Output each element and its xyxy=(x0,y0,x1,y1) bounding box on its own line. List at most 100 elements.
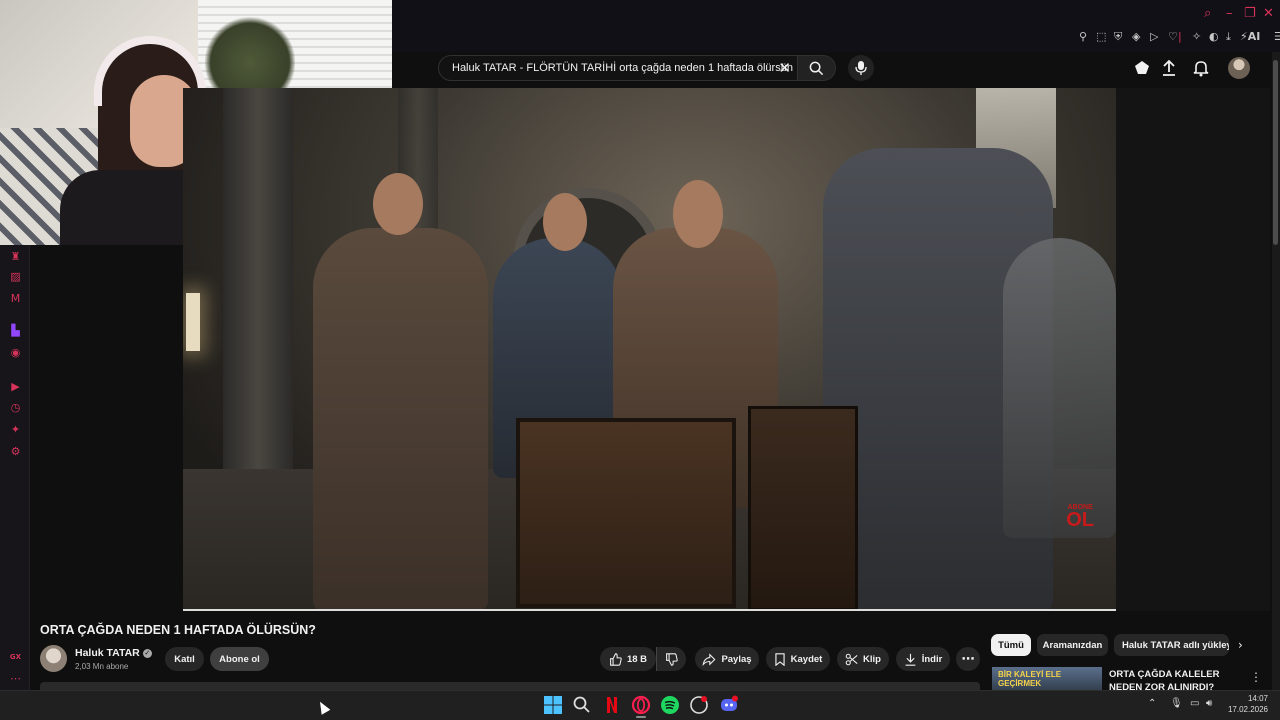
chip-uploader[interactable]: Haluk TATAR adlı yükley xyxy=(1114,634,1229,656)
play-icon[interactable]: ▷ xyxy=(1150,30,1158,43)
like-button[interactable]: 18 B xyxy=(600,647,656,671)
screen: ♜ ▨ M ▙ ◉ ▶ ◷ ✦ ⚙ GX ⋯ ⌕ – ❐ ✕ ⚲ ⬚ ⛨ ◈ ▷… xyxy=(0,0,1280,720)
watermark-main: OL xyxy=(1066,509,1094,531)
download-icon xyxy=(905,653,916,666)
search-button[interactable] xyxy=(798,55,836,81)
clock-time: 14:07 xyxy=(1247,694,1268,703)
download-button[interactable]: İndir xyxy=(896,647,950,671)
settings-icon[interactable]: ⚙ xyxy=(9,445,22,458)
join-button[interactable]: Katıl xyxy=(165,647,204,671)
heart-icon[interactable]: ♡ xyxy=(1168,30,1178,43)
extensions-icon[interactable]: ✦ xyxy=(9,423,22,436)
history-icon[interactable]: ◷ xyxy=(9,401,22,414)
cube-icon[interactable]: ◈ xyxy=(1132,30,1140,43)
share-button[interactable]: Paylaş xyxy=(695,647,759,671)
profile-icon[interactable]: ◐ xyxy=(1209,30,1219,43)
save-label: Kaydet xyxy=(790,653,823,665)
chip-all[interactable]: Tümü xyxy=(991,634,1031,656)
volume-icon[interactable]: 🔊︎ xyxy=(1206,698,1212,709)
opera-gx-icon[interactable] xyxy=(631,695,651,715)
verified-icon: ✓ xyxy=(142,649,152,658)
video-player[interactable]: ABONE OL xyxy=(183,88,1116,611)
browser-toolbar: ⌕ – ❐ ✕ ⚲ ⬚ ⛨ ◈ ▷ ♡ | ✧ ◐ ⤓ ⚡AI ☰ xyxy=(392,0,1280,52)
subscribe-button[interactable]: Abone ol xyxy=(210,647,269,671)
search-icon[interactable] xyxy=(572,695,592,715)
spotify-icon[interactable] xyxy=(660,695,680,715)
snapshot-icon[interactable]: ⬚ xyxy=(1096,30,1106,43)
microphone-icon[interactable]: 🎙︎ xyxy=(1170,698,1183,709)
channel-name: Haluk TATAR xyxy=(75,647,140,659)
recommendation-title[interactable]: ORTA ÇAĞDA KALELER NEDEN ZOR ALINIRDI? xyxy=(1109,668,1249,690)
chip-label: Haluk TATAR adlı yükley xyxy=(1122,639,1229,651)
subscribe-watermark[interactable]: ABONE OL xyxy=(1066,504,1094,531)
upload-icon[interactable] xyxy=(1159,58,1179,78)
network-icon[interactable]: ▭ xyxy=(1190,698,1199,709)
video-villager xyxy=(1003,238,1116,538)
notifications-icon[interactable] xyxy=(1191,58,1211,78)
chip-label: Tümü xyxy=(998,639,1024,651)
chip-from-search[interactable]: Aramanızdan xyxy=(1037,634,1108,656)
windows-start-icon[interactable] xyxy=(543,695,563,715)
share-icon xyxy=(702,652,716,666)
thumbs-up-icon xyxy=(610,652,622,666)
restore-icon[interactable]: ❐ xyxy=(1244,6,1256,21)
menu-icon[interactable]: ☰ xyxy=(1274,30,1280,43)
scrollbar-thumb[interactable] xyxy=(1273,60,1278,245)
clip-label: Klip xyxy=(863,653,881,665)
clock-date: 17.02.2026 xyxy=(1227,705,1268,714)
record-icon[interactable]: ◉ xyxy=(9,346,22,359)
twitch-icon[interactable]: ▙ xyxy=(9,324,22,337)
channel-name-row[interactable]: Haluk TATAR ✓ xyxy=(75,647,152,659)
more-actions-button[interactable]: ⋯ xyxy=(956,647,980,671)
app-icon[interactable] xyxy=(689,695,709,715)
video-candle xyxy=(186,293,200,351)
close-icon[interactable]: ✕ xyxy=(1263,6,1274,21)
recommendation-thumbnail[interactable]: BİR KALEYİ ELE GEÇİRMEK xyxy=(992,667,1102,690)
video-monk-head xyxy=(673,180,723,248)
download-label: İndir xyxy=(921,653,943,665)
description-box[interactable] xyxy=(40,682,980,690)
chevron-right-icon[interactable]: › xyxy=(1238,638,1243,652)
search-input[interactable]: Haluk TATAR - FLÖRTÜN TARİHİ orta çağda … xyxy=(438,55,798,81)
discord-icon[interactable] xyxy=(719,695,739,715)
subscribe-label: Abone ol xyxy=(219,653,260,665)
puzzle-icon[interactable]: ✧ xyxy=(1192,30,1201,43)
dislike-button[interactable] xyxy=(656,647,686,671)
more-icon: ⋯ xyxy=(961,651,975,667)
taskbar-clock[interactable]: 14:07 17.02.2026 xyxy=(1224,693,1268,715)
ai-button[interactable]: ⚡AI xyxy=(1240,30,1260,43)
thumbs-down-icon xyxy=(666,652,678,666)
like-count: 18 B xyxy=(626,653,648,665)
netflix-icon[interactable] xyxy=(602,695,622,715)
divider: | xyxy=(1178,30,1182,43)
more-icon[interactable]: ⋯ xyxy=(9,672,22,685)
channel-avatar[interactable] xyxy=(40,645,67,672)
search-query: Haluk TATAR - FLÖRTÜN TARİHİ orta çağda … xyxy=(452,62,793,74)
gx-label: GX xyxy=(9,653,22,661)
secondary-panel xyxy=(1116,88,1270,611)
video-title: ORTA ÇAĞDA NEDEN 1 HAFTADA ÖLÜRSÜN? xyxy=(40,623,316,637)
messenger-icon[interactable]: M xyxy=(9,292,22,305)
minimize-icon[interactable]: – xyxy=(1226,6,1233,21)
search-icon xyxy=(809,61,824,76)
aria-icon[interactable]: ♜ xyxy=(9,250,22,263)
thumbnail-text: BİR KALEYİ ELE GEÇİRMEK xyxy=(998,670,1062,688)
save-button[interactable]: Kaydet xyxy=(766,647,830,671)
share-label: Paylaş xyxy=(721,653,752,665)
play-icon[interactable]: ▶ xyxy=(9,380,22,393)
video-monk-head xyxy=(373,173,423,235)
join-label: Katıl xyxy=(174,653,195,665)
gamepad-icon[interactable] xyxy=(1132,58,1152,78)
clear-icon[interactable]: ✕ xyxy=(778,59,791,77)
more-vertical-icon[interactable]: ⋮ xyxy=(1250,670,1262,684)
shield-icon[interactable]: ⛨ xyxy=(1114,30,1122,44)
player-icon[interactable]: ▨ xyxy=(9,270,22,283)
clip-button[interactable]: Klip xyxy=(837,647,889,671)
video-chest xyxy=(748,406,858,609)
voice-search-button[interactable] xyxy=(848,55,874,81)
account-avatar[interactable] xyxy=(1228,57,1250,79)
download-icon[interactable]: ⤓ xyxy=(1226,30,1231,44)
search-icon[interactable]: ⌕ xyxy=(1204,6,1211,21)
chevron-up-icon[interactable]: ⌃ xyxy=(1148,698,1156,709)
pin-icon[interactable]: ⚲ xyxy=(1079,30,1087,43)
